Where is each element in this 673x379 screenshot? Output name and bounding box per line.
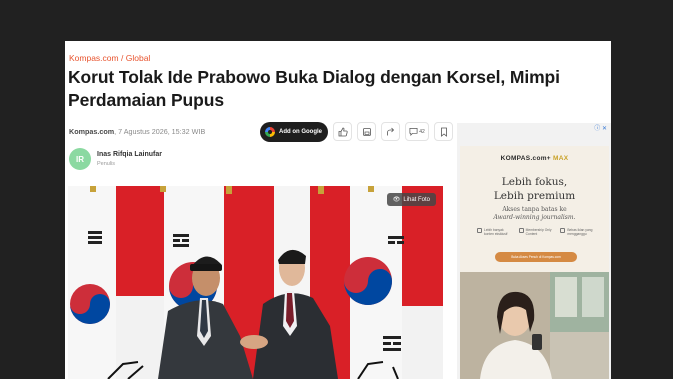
ad-brand: KOMPAS.com+ (500, 155, 551, 162)
like-button[interactable] (333, 122, 352, 141)
ad-feature: Bebas iklan yang mengganggu (560, 228, 597, 236)
ad-headline-2: Lebih premium (493, 190, 576, 202)
ad-headline-1: Lebih fokus, (501, 176, 568, 188)
ad-banner[interactable]: KOMPAS.com+ MAX Lebih fokus, Lebih premi… (460, 146, 609, 379)
article-date: , 7 Agustus 2026, 15:32 WIB (114, 127, 206, 136)
add-on-google-button[interactable]: Add on Google (260, 121, 328, 142)
thumbs-up-icon (338, 127, 348, 136)
ad-feature: Membership Only Content (518, 228, 556, 236)
author-name[interactable]: Inas Rifqia Lainufar (97, 151, 162, 158)
ad-column: ⓘ ✕ KOMPAS.com+ MAX Lebih fokus, Lebih p… (457, 123, 611, 379)
article-actions: Add on Google 42 (260, 121, 453, 142)
article-photo[interactable]: 👁 Lihat Foto (68, 186, 443, 379)
ad-info-icon[interactable]: ⓘ ✕ (594, 123, 607, 132)
ad-sub-1: Akses tanpa batas ke (502, 206, 567, 213)
breadcrumb-site[interactable]: Kompas.com (69, 53, 119, 63)
save-icon (362, 127, 371, 136)
avatar: IR (69, 148, 91, 170)
feature-icon (518, 228, 524, 233)
ad-cta-button[interactable]: Buka Akses Penuh di Kompas.com (495, 252, 577, 262)
author-block[interactable]: IR Inas Rifqia Lainufar Penulis (69, 148, 162, 170)
ad-photo (460, 272, 609, 379)
view-photo-label: Lihat Foto (403, 196, 430, 203)
google-icon (265, 126, 275, 137)
article-source: Kompas.com (69, 127, 115, 136)
ad-sub-2: Award-winning journalism. (493, 214, 576, 221)
share-icon (386, 127, 394, 135)
feature-icon (560, 228, 566, 233)
ad-features: Lebih banyak konten eksklusif Membership… (477, 228, 597, 236)
taegeuk-right (344, 257, 392, 305)
eye-icon: 👁 (392, 197, 401, 203)
add-on-google-label: Add on Google (279, 128, 322, 135)
feature-icon (477, 228, 482, 233)
comment-button[interactable]: 42 (405, 122, 429, 141)
breadcrumb-section[interactable]: Global (126, 53, 151, 63)
article-page: Kompas.com / Global Korut Tolak Ide Prab… (65, 41, 611, 379)
taegeuk-left (70, 284, 110, 324)
ad-subtitle: Akses tanpa batas ke Award-winning journ… (460, 206, 609, 222)
ad-logo: KOMPAS.com+ MAX (460, 155, 609, 162)
article-meta: Kompas.com, 7 Agustus 2026, 15:32 WIB (69, 127, 205, 136)
ad-brand-suffix: MAX (553, 155, 569, 162)
bookmark-icon (440, 127, 447, 137)
bookmark-button[interactable] (434, 122, 453, 141)
share-button[interactable] (381, 122, 400, 141)
comment-icon (409, 127, 418, 136)
ad-feature: Lebih banyak konten eksklusif (477, 228, 514, 236)
photo-illustration (68, 186, 443, 379)
comment-count: 42 (419, 128, 425, 135)
save-button[interactable] (357, 122, 376, 141)
author-role: Penulis (97, 161, 116, 167)
breadcrumb: Kompas.com / Global (69, 53, 150, 63)
page-title: Korut Tolak Ide Prabowo Buka Dialog deng… (68, 67, 560, 110)
view-photo-button[interactable]: 👁 Lihat Foto (386, 193, 436, 206)
breadcrumb-separator: / (120, 53, 124, 63)
ad-headline: Lebih fokus, Lebih premium (460, 175, 609, 203)
